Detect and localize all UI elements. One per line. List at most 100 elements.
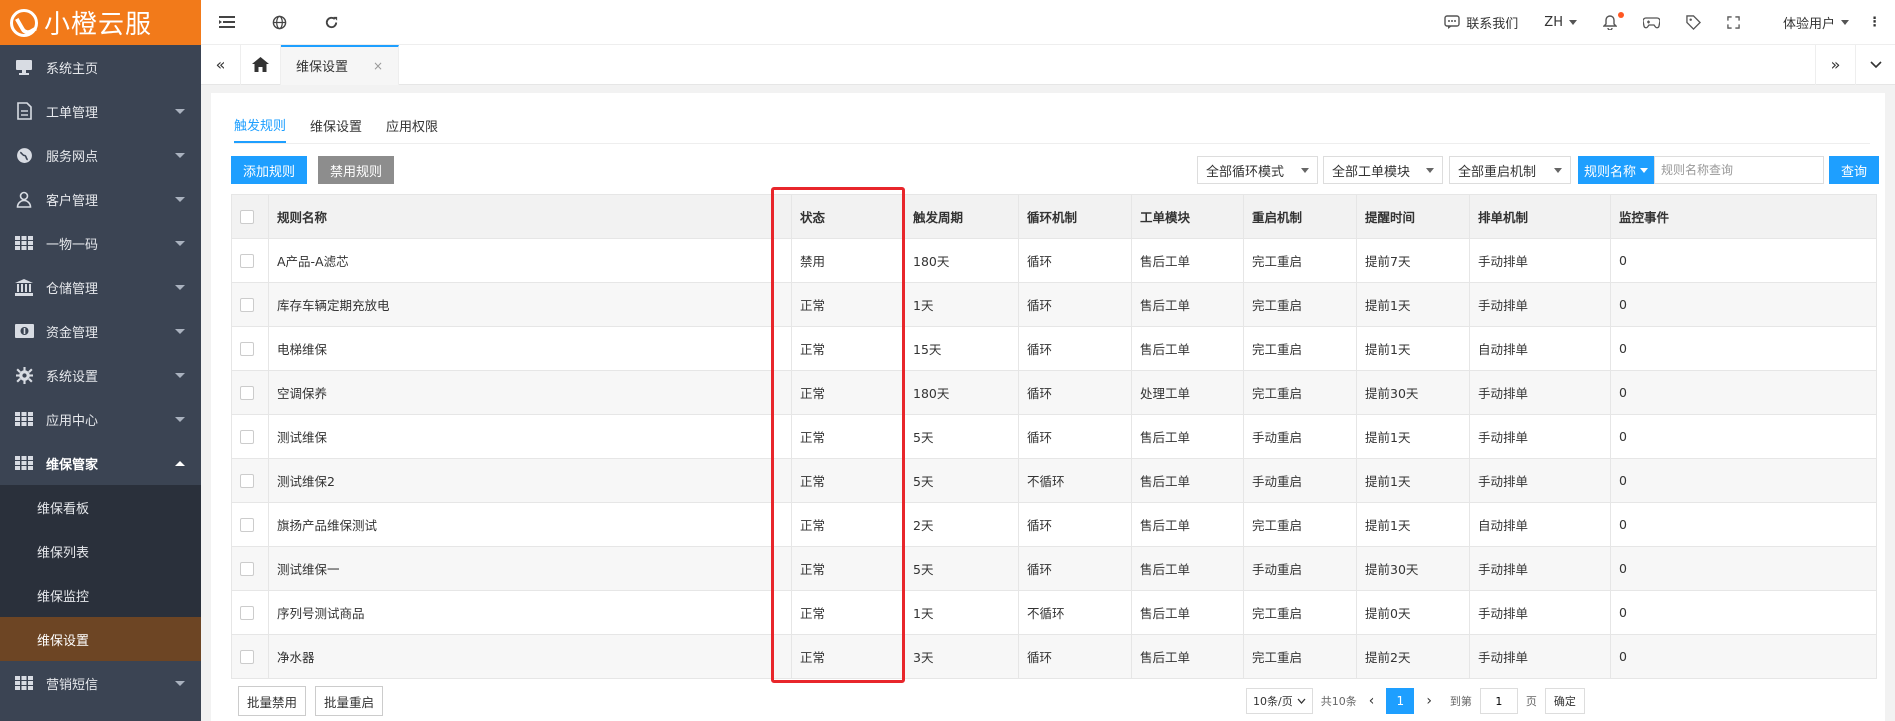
more-vertical-icon[interactable]: ⋮	[1862, 0, 1895, 45]
table-cell: 售后工单	[1131, 458, 1244, 503]
sidebar-item-label: 应用中心	[46, 413, 99, 429]
table-cell: 180天	[904, 370, 1019, 415]
contact-us-button[interactable]: 联系我们	[1431, 0, 1531, 45]
table-row[interactable]: 库存车辆定期充放电 正常 1天 循环 售后工单 完工重启 提前1天 手动排单 0	[231, 282, 1877, 327]
column-header[interactable]: 提醒时间	[1356, 194, 1470, 239]
table-row[interactable]: 序列号测试商品 正常 1天 不循环 售后工单 完工重启 提前0天 手动排单 0	[231, 590, 1877, 635]
page-number-current[interactable]: 1	[1386, 688, 1415, 714]
disable-rule-button[interactable]: 禁用规则	[318, 156, 395, 184]
column-header[interactable]: 规则名称	[268, 194, 792, 239]
table-cell: 正常	[791, 326, 905, 371]
sidebar-subitem-2[interactable]: 维保监控	[0, 573, 201, 617]
batch-disable-button[interactable]: 批量禁用	[238, 686, 307, 716]
chevron-down-icon	[1841, 19, 1849, 25]
tag-button[interactable]	[1673, 0, 1714, 45]
table-row[interactable]: 净水器 正常 3天 循环 售后工单 完工重启 提前2天 手动排单 0	[231, 634, 1877, 679]
sidebar-subitem-3[interactable]: 维保设置	[0, 617, 201, 661]
table-row[interactable]: 测试维保2 正常 5天 不循环 售后工单 手动重启 提前1天 手动排单 0	[231, 458, 1877, 503]
next-page-icon[interactable]: ›	[1422, 693, 1436, 709]
subtab-0[interactable]: 触发规则	[234, 107, 287, 143]
table-cell: 正常	[791, 502, 905, 547]
sidebar-item-maintenance[interactable]: 维保管家	[0, 441, 201, 485]
sidebar-item-3[interactable]: 客户管理	[0, 177, 201, 221]
table-cell: 售后工单	[1131, 502, 1244, 547]
sidebar-item-sms[interactable]: 营销短信	[0, 661, 201, 705]
module-select[interactable]: 全部工单模块	[1323, 156, 1443, 184]
sidebar-item-4[interactable]: 一物一码	[0, 221, 201, 265]
table-row[interactable]: 旗扬产品维保测试 正常 2天 循环 售后工单 完工重启 提前1天 自动排单 0	[231, 502, 1877, 547]
menu-toggle-icon[interactable]	[201, 0, 253, 45]
column-header[interactable]: 触发周期	[904, 194, 1019, 239]
table-cell: 正常	[791, 590, 905, 635]
row-checkbox[interactable]	[240, 650, 254, 665]
tabs-scroll-left-icon[interactable]: «	[201, 44, 241, 85]
select-all-checkbox[interactable]	[240, 210, 254, 225]
row-checkbox[interactable]	[240, 518, 254, 533]
column-header[interactable]: 监控事件	[1610, 194, 1877, 239]
sidebar-subitem-0[interactable]: 维保看板	[0, 485, 201, 529]
tabs-menu-chevron-icon[interactable]	[1855, 44, 1895, 85]
table-cell: 正常	[791, 634, 905, 679]
globe-icon	[14, 145, 34, 165]
close-icon[interactable]: ×	[373, 59, 383, 73]
add-rule-button[interactable]: 添加规则	[231, 156, 308, 184]
tab-maintenance-settings[interactable]: 维保设置 ×	[281, 44, 400, 85]
fullscreen-button[interactable]	[1714, 0, 1753, 45]
refresh-icon[interactable]	[305, 0, 357, 45]
grid-icon	[14, 233, 34, 253]
sidebar-item-8[interactable]: 应用中心	[0, 397, 201, 441]
table-cell: 测试维保2	[268, 458, 792, 503]
goto-page-input[interactable]	[1479, 688, 1518, 714]
table-row[interactable]: 测试维保一 正常 5天 循环 售后工单 手动重启 提前30天 手动排单 0	[231, 546, 1877, 591]
sidebar-item-0[interactable]: 系统主页	[0, 45, 201, 89]
column-header[interactable]: 重启机制	[1243, 194, 1357, 239]
goto-confirm-button[interactable]: 确定	[1544, 688, 1585, 714]
row-checkbox[interactable]	[240, 342, 254, 357]
row-checkbox[interactable]	[240, 254, 254, 269]
batch-restart-button[interactable]: 批量重启	[315, 686, 384, 716]
table-row[interactable]: 空调保养 正常 180天 循环 处理工单 完工重启 提前30天 手动排单 0	[231, 370, 1877, 415]
column-header[interactable]: 工单模块	[1131, 194, 1244, 239]
subtab-2[interactable]: 应用权限	[386, 107, 438, 143]
row-select-cell	[231, 634, 269, 679]
search-field-select[interactable]: 规则名称	[1578, 156, 1654, 184]
search-input[interactable]	[1654, 156, 1824, 184]
monitor-icon	[14, 57, 34, 77]
table-row[interactable]: A产品-A滤芯 禁用 180天 循环 售后工单 完工重启 提前7天 手动排单 0	[231, 238, 1877, 283]
theme-button[interactable]	[1630, 0, 1673, 45]
user-menu[interactable]: 体验用户	[1753, 0, 1862, 45]
table-row[interactable]: 电梯维保 正常 15天 循环 售后工单 完工重启 提前1天 自动排单 0	[231, 326, 1877, 371]
sidebar-item-6[interactable]: 资金管理	[0, 309, 201, 353]
table-cell: 售后工单	[1131, 414, 1244, 459]
query-button[interactable]: 查询	[1829, 156, 1880, 184]
globe-icon[interactable]	[253, 0, 305, 45]
sidebar-subitem-1[interactable]: 维保列表	[0, 529, 201, 573]
table-cell: 0	[1610, 282, 1877, 327]
sidebar-item-2[interactable]: 服务网点	[0, 133, 201, 177]
prev-page-icon[interactable]: ‹	[1365, 693, 1379, 709]
column-header[interactable]: 状态	[791, 194, 905, 239]
row-checkbox[interactable]	[240, 562, 254, 577]
sidebar-item-7[interactable]: 系统设置	[0, 353, 201, 397]
home-tab[interactable]	[241, 44, 281, 85]
restart-mechanism-select[interactable]: 全部重启机制	[1449, 156, 1571, 184]
logo[interactable]: 小橙云服	[0, 0, 201, 45]
page-size-select[interactable]: 10条/页	[1246, 688, 1313, 714]
row-checkbox[interactable]	[240, 606, 254, 621]
notification-button[interactable]	[1590, 0, 1630, 45]
column-header[interactable]: 循环机制	[1018, 194, 1132, 239]
sidebar-item-5[interactable]: 仓储管理	[0, 265, 201, 309]
tabs-scroll-right-icon[interactable]: »	[1815, 44, 1855, 85]
loop-mode-select[interactable]: 全部循环模式	[1197, 156, 1318, 184]
table-cell: 不循环	[1018, 458, 1132, 503]
column-header[interactable]: 排单机制	[1469, 194, 1611, 239]
table-row[interactable]: 测试维保 正常 5天 循环 售后工单 手动重启 提前1天 手动排单 0	[231, 414, 1877, 459]
row-checkbox[interactable]	[240, 474, 254, 489]
row-checkbox[interactable]	[240, 386, 254, 401]
subtab-1[interactable]: 维保设置	[310, 107, 362, 143]
row-checkbox[interactable]	[240, 298, 254, 313]
sidebar-item-1[interactable]: 工单管理	[0, 89, 201, 133]
language-select[interactable]: ZH	[1531, 0, 1590, 45]
table-cell: 0	[1610, 634, 1877, 679]
row-checkbox[interactable]	[240, 430, 254, 445]
